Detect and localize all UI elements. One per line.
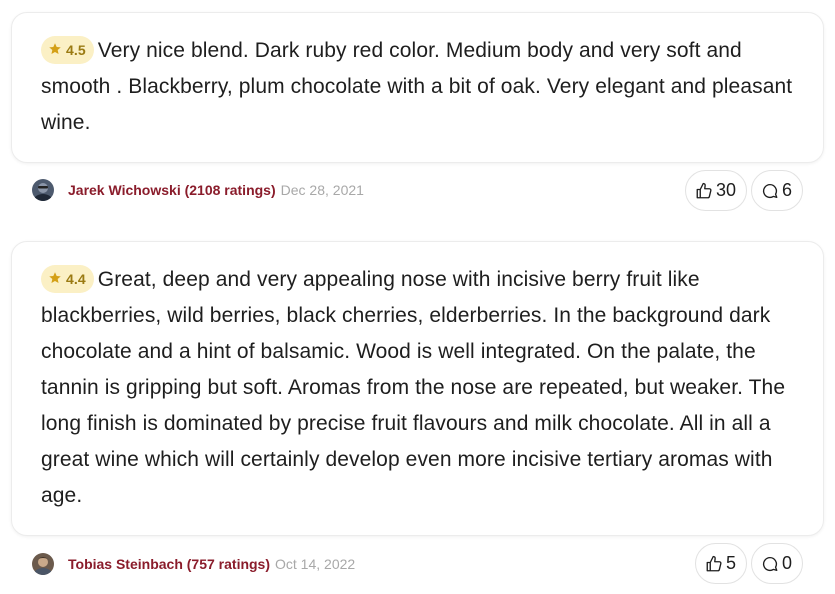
like-count: 30: [715, 180, 736, 200]
like-count: 5: [725, 553, 736, 573]
avatar[interactable]: [32, 179, 54, 201]
review-text: Very nice blend. Dark ruby red color. Me…: [41, 39, 793, 134]
comment-count: 0: [781, 553, 792, 573]
rating-value: 4.5: [66, 42, 86, 58]
author-link[interactable]: Tobias Steinbach (757 ratings): [68, 556, 270, 572]
review-card: 4.5 Very nice blend. Dark ruby red color.…: [11, 12, 824, 163]
star-icon: [49, 272, 61, 284]
rating-badge: 4.5: [41, 36, 94, 64]
comment-button[interactable]: 6: [750, 170, 803, 211]
thumbs-up-icon: [706, 555, 722, 571]
like-button[interactable]: 5: [694, 543, 747, 584]
like-button[interactable]: 30: [684, 170, 747, 211]
review-meta: Jarek Wichowski (2108 ratings) Dec 28, 2…: [32, 178, 364, 202]
review-body: 4.4 Great, deep and very appealing nose w…: [41, 262, 806, 514]
comment-button[interactable]: 0: [750, 543, 803, 584]
user-avatar-icon: [32, 179, 54, 201]
comment-count: 6: [781, 180, 792, 200]
rating-value: 4.4: [66, 271, 86, 287]
review-text: Great, deep and very appealing nose with…: [41, 268, 786, 507]
user-avatar-icon: [32, 553, 54, 575]
thumbs-up-icon: [696, 182, 712, 198]
author-link[interactable]: Jarek Wichowski (2108 ratings): [68, 182, 276, 198]
review-date: Dec 28, 2021: [280, 182, 364, 198]
review-date: Oct 14, 2022: [275, 556, 356, 572]
rating-badge: 4.4: [41, 265, 94, 293]
comment-bubble-icon: [762, 556, 778, 571]
review-actions: 5 0: [694, 543, 803, 584]
star-icon: [49, 43, 61, 55]
review-card: 4.4 Great, deep and very appealing nose w…: [11, 241, 824, 536]
review-body: 4.5 Very nice blend. Dark ruby red color.…: [41, 33, 806, 141]
comment-bubble-icon: [762, 183, 778, 198]
review-actions: 30 6: [684, 170, 803, 211]
review-meta: Tobias Steinbach (757 ratings) Oct 14, 2…: [32, 552, 355, 576]
avatar[interactable]: [32, 553, 54, 575]
